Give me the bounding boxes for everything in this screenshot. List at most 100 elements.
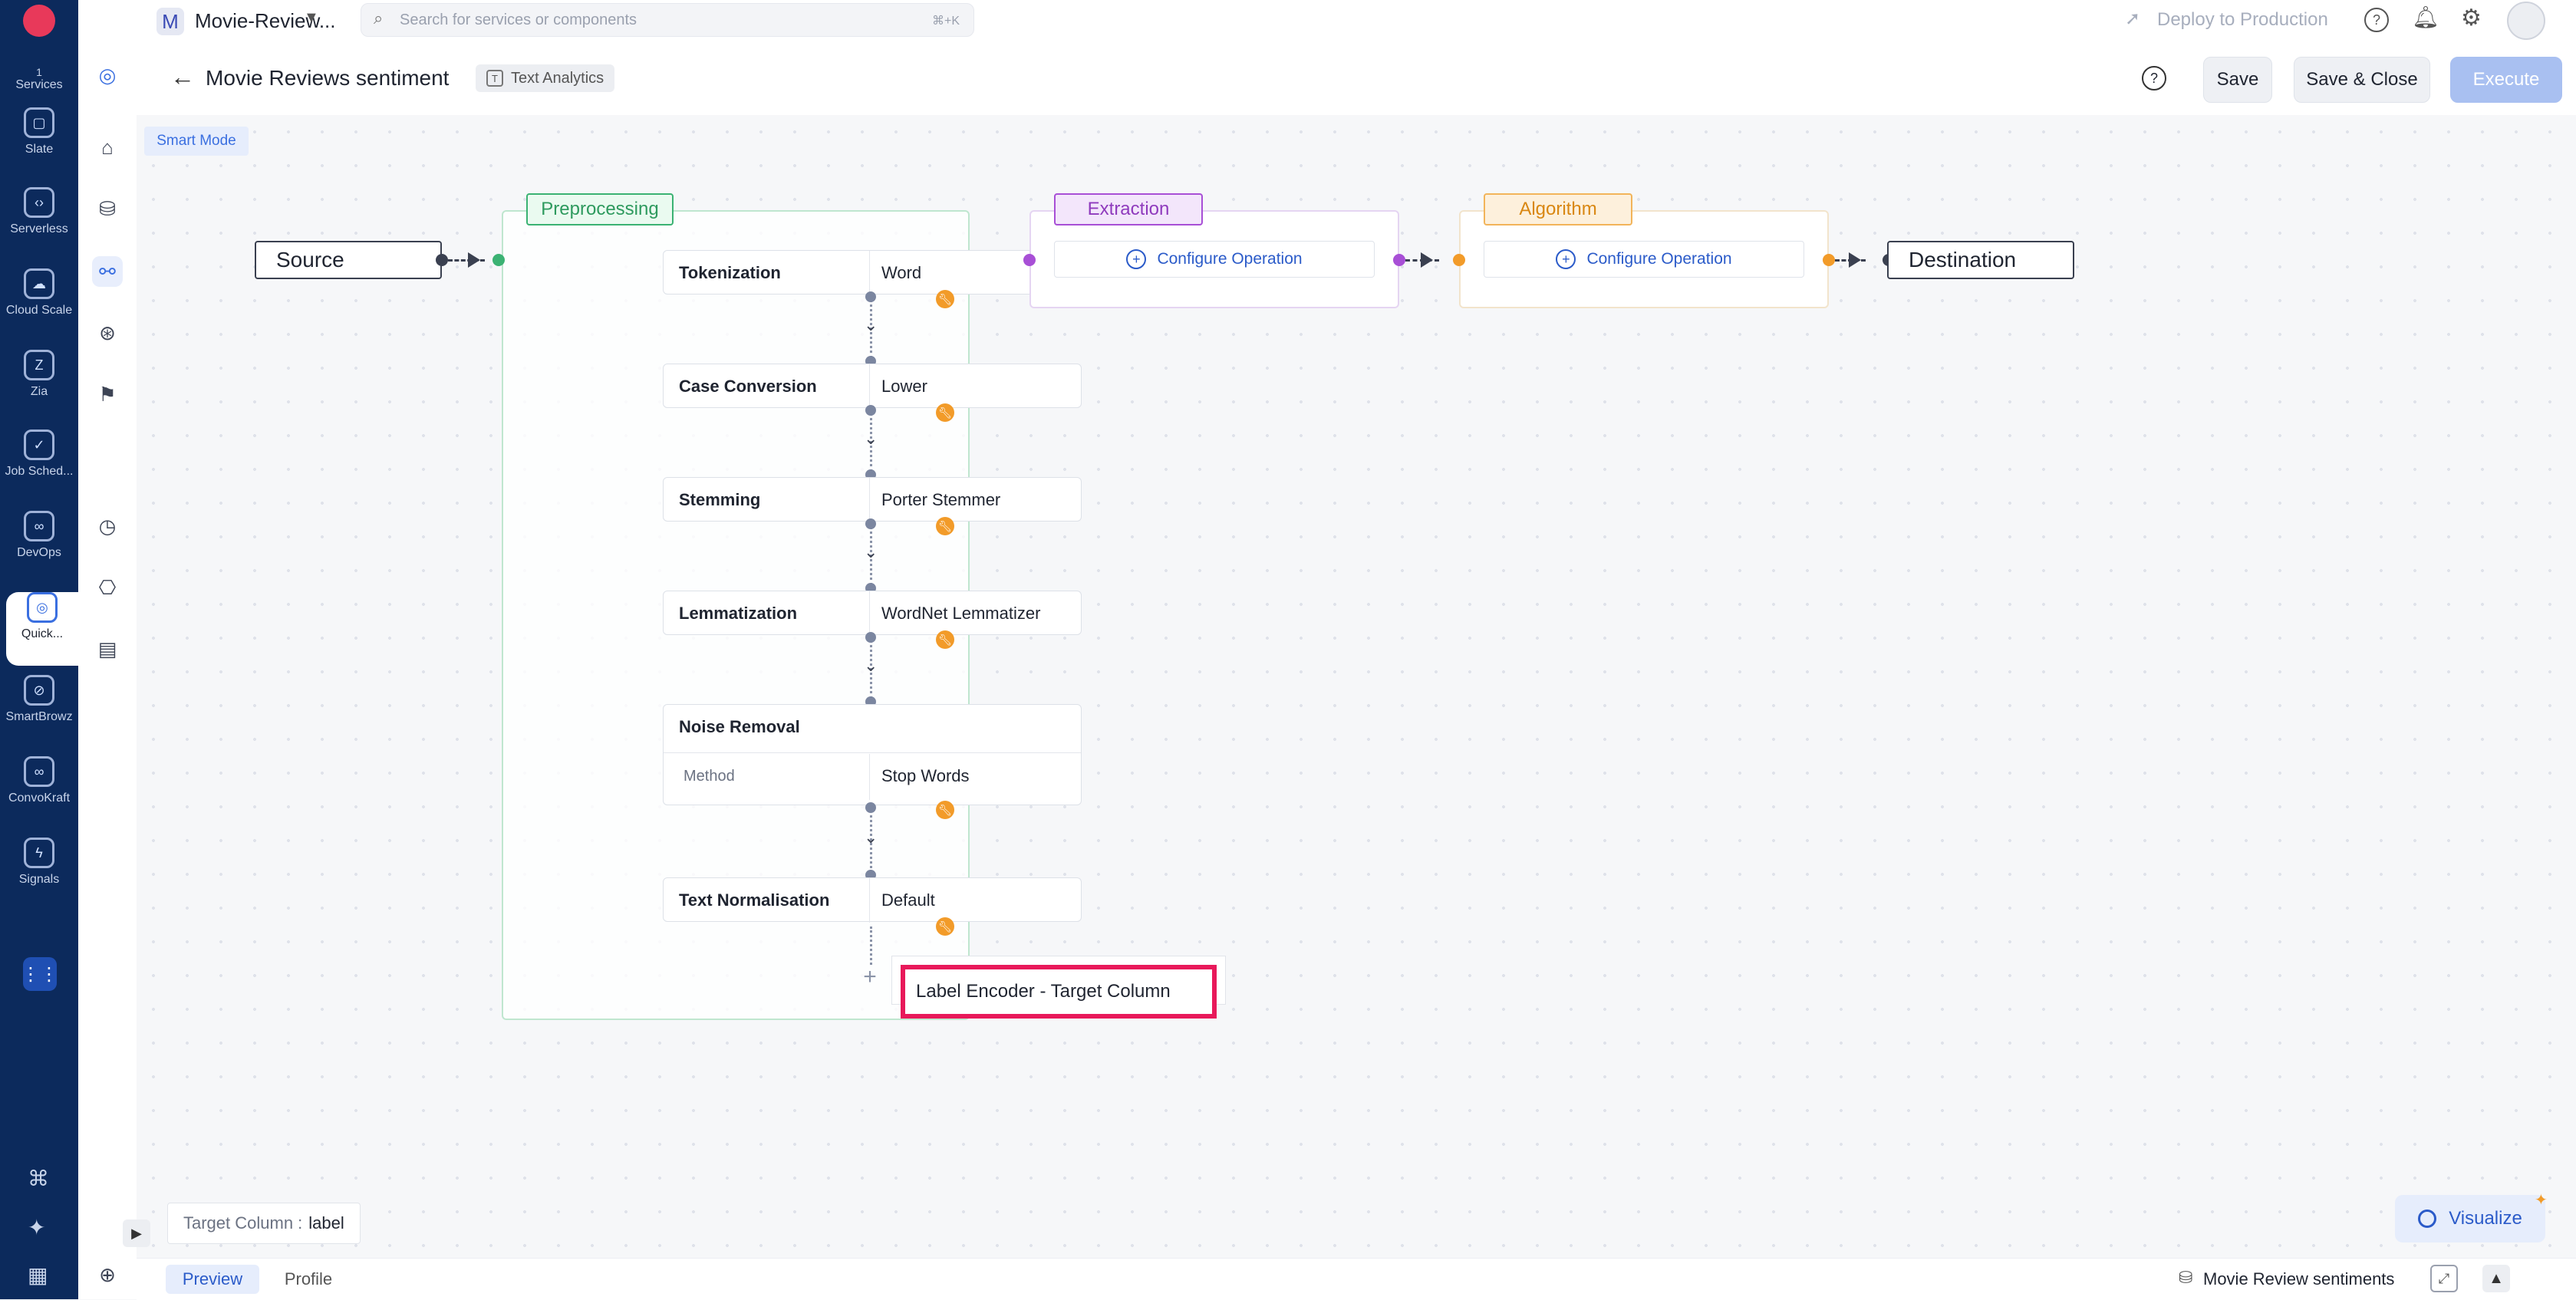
operation-value[interactable]: Porter Stemmer xyxy=(881,490,1000,510)
rail-item-label: DevOps xyxy=(17,546,61,559)
wrench-icon[interactable]: 🔧︎ xyxy=(936,517,954,535)
pipeline-header: ← Movie Reviews sentiment T Text Analyti… xyxy=(137,44,2576,116)
operation-lemmatization[interactable]: Lemmatization WordNet Lemmatizer xyxy=(663,591,1082,636)
sidebar-expand-button[interactable]: ▶ xyxy=(123,1219,150,1247)
smart-mode-badge[interactable]: Smart Mode xyxy=(144,127,249,156)
rail-item-zia[interactable]: Z Zia xyxy=(0,350,78,423)
user-avatar[interactable] xyxy=(2507,2,2545,40)
chevron-up-icon[interactable]: ▲ xyxy=(2482,1265,2510,1292)
services-label: Services xyxy=(15,78,63,91)
gear-icon[interactable]: ⚙ xyxy=(2461,5,2482,31)
execute-button[interactable]: Execute xyxy=(2450,57,2562,103)
zia-icon: Z xyxy=(24,350,54,380)
wrench-icon[interactable]: 🔧︎ xyxy=(936,917,954,936)
wrench-icon[interactable]: 🔧︎ xyxy=(936,403,954,422)
models-icon[interactable]: ⊛ xyxy=(92,318,123,348)
rail-item-signals[interactable]: ϟ Signals xyxy=(0,838,78,911)
document-icon[interactable]: ▤ xyxy=(92,634,123,664)
operation-divider xyxy=(869,591,870,636)
pipeline-icon[interactable]: ⚯ xyxy=(92,256,123,287)
rail-item-slate[interactable]: ▢ Slate xyxy=(0,107,78,181)
operation-connector xyxy=(870,926,872,965)
services-count: 1 xyxy=(36,66,42,78)
extraction-configure-operation-button[interactable]: + Configure Operation xyxy=(1054,241,1375,278)
cloud-scale-icon: ☁ xyxy=(24,268,54,299)
algorithm-arrow-icon xyxy=(1849,252,1861,268)
operation-text-normalisation[interactable]: Text Normalisation Default xyxy=(663,877,1082,923)
rail-item-smartbrowz[interactable]: ⊘ SmartBrowz xyxy=(0,675,78,749)
tab-profile[interactable]: Profile xyxy=(268,1265,348,1294)
rail-item-label: Job Sched... xyxy=(5,465,74,478)
expand-icon[interactable]: ⤢ xyxy=(2430,1265,2458,1292)
rocket-icon: ➚ xyxy=(2125,8,2141,29)
flag-icon[interactable]: ⚑ xyxy=(92,379,123,410)
algorithm-configure-operation-button[interactable]: + Configure Operation xyxy=(1484,241,1804,278)
search-box[interactable]: ⌕ Search for services or components ⌘+K xyxy=(361,3,974,37)
left-rail: 1 Services ▢ Slate ‹› Serverless ☁ Cloud Scal… xyxy=(0,0,78,1299)
pipeline-canvas[interactable]: Smart Mode Source Preprocessing Tokeniza… xyxy=(123,115,2576,1258)
bottom-panel-bar: Preview Profile ⛁ Movie Review sentiment… xyxy=(137,1258,2576,1300)
analytics-icon[interactable]: ◷ xyxy=(92,511,123,541)
operation-value[interactable]: Stop Words xyxy=(881,766,970,786)
wrench-icon[interactable]: 🔧︎ xyxy=(936,801,954,819)
search-icon: ⌕ xyxy=(374,8,384,28)
source-node[interactable]: Source xyxy=(255,241,442,279)
text-analytics-icon: T xyxy=(486,70,503,87)
operation-name: Noise Removal xyxy=(679,717,800,736)
back-arrow-icon[interactable]: ← xyxy=(170,63,195,91)
operation-value[interactable]: Lower xyxy=(881,377,927,397)
integrations-icon[interactable]: ⌘ xyxy=(28,1166,49,1191)
add-circle-icon[interactable]: ⊕ xyxy=(92,1259,123,1290)
operation-name: Text Normalisation xyxy=(679,890,830,910)
deploy-to-production-button[interactable]: Deploy to Production xyxy=(2157,9,2328,31)
chevron-down-icon: ⌄ xyxy=(864,828,878,847)
rail-item-serverless[interactable]: ‹› Serverless xyxy=(0,187,78,261)
dataset-name: Movie Review sentiments xyxy=(2203,1269,2395,1288)
apps-grid-button[interactable]: ⋮⋮ xyxy=(21,957,58,991)
tab-preview[interactable]: Preview xyxy=(166,1265,259,1294)
wrench-icon[interactable]: 🔧︎ xyxy=(936,630,954,649)
operation-value[interactable]: Word xyxy=(881,263,921,283)
rail-item-cloud-scale[interactable]: ☁ Cloud Scale xyxy=(0,268,78,342)
operation-value[interactable]: Default xyxy=(881,890,935,910)
dashboard-icon[interactable]: ▦ xyxy=(28,1262,48,1288)
save-and-close-button[interactable]: Save & Close xyxy=(2294,57,2430,103)
target-column-chip: Target Column : label xyxy=(167,1203,361,1244)
help-circle-icon[interactable]: ? xyxy=(2142,66,2166,91)
rail-item-label: Slate xyxy=(25,143,54,156)
algorithm-out-port xyxy=(1823,254,1835,266)
operation-value[interactable]: WordNet Lemmatizer xyxy=(881,604,1040,624)
save-button[interactable]: Save xyxy=(2203,57,2272,103)
wrench-icon[interactable]: 🔧︎ xyxy=(936,290,954,308)
pipeline-title: Movie Reviews sentiment xyxy=(206,66,450,90)
operation-divider xyxy=(869,364,870,409)
endpoint-icon[interactable]: ⎔ xyxy=(92,572,123,603)
database-icon[interactable]: ⛁ xyxy=(92,193,123,224)
operation-noise-removal[interactable]: Noise Removal Method Stop Words xyxy=(663,704,1082,805)
plus-circle-icon: + xyxy=(1556,249,1576,269)
target-column-label: Target Column : xyxy=(183,1213,303,1233)
home-icon[interactable]: ⌂ xyxy=(92,132,123,163)
rail-item-label: Serverless xyxy=(10,222,68,235)
rail-item-convokraft[interactable]: ∞ ConvoKraft xyxy=(0,756,78,830)
chevron-down-icon[interactable]: ▼ xyxy=(304,9,319,27)
operation-tokenization[interactable]: Tokenization Word xyxy=(663,250,1082,295)
help-icon[interactable]: ? xyxy=(2364,8,2389,32)
visualize-button[interactable]: Visualize xyxy=(2395,1195,2545,1242)
rail-item-quick[interactable]: ◎ Quick... xyxy=(6,592,78,666)
smartbrowz-icon: ⊘ xyxy=(24,675,54,706)
operation-stemming[interactable]: Stemming Porter Stemmer xyxy=(663,477,1082,522)
label-encoder-suggestion[interactable]: Label Encoder - Target Column xyxy=(901,965,1217,1019)
quickml-icon: ◎ xyxy=(27,592,58,623)
rail-item-job-sched[interactable]: ✓ Job Sched... xyxy=(0,429,78,503)
search-input[interactable]: Search for services or components xyxy=(400,12,637,29)
bell-icon[interactable]: 🔔︎ xyxy=(2412,5,2439,30)
configure-operation-label: Configure Operation xyxy=(1586,250,1732,268)
add-operation-button[interactable]: + xyxy=(858,964,882,989)
catalyst-logo[interactable] xyxy=(23,5,55,37)
rail-item-devops[interactable]: ∞ DevOps xyxy=(0,511,78,584)
quickml-logo-icon[interactable]: ◎ xyxy=(92,60,123,91)
operation-case-conversion[interactable]: Case Conversion Lower xyxy=(663,364,1082,409)
magic-wand-icon[interactable]: ✦ xyxy=(28,1215,45,1240)
destination-node[interactable]: Destination xyxy=(1887,241,2074,279)
